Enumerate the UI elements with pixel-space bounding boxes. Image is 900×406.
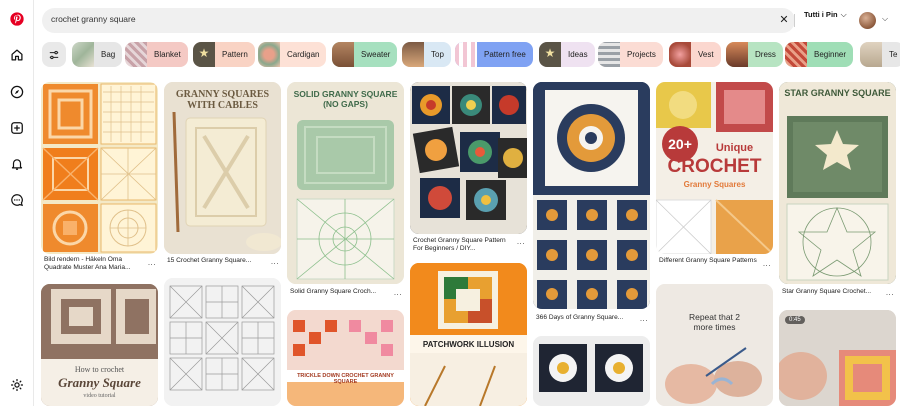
close-icon[interactable]: ✕ (778, 14, 790, 26)
pin-caption[interactable]: Different Granny Square Patterns (659, 257, 759, 265)
pin-overlay-tagline: Granny Squares (683, 180, 746, 189)
more-options-icon[interactable]: ... (640, 314, 648, 323)
more-options-icon[interactable]: ... (763, 259, 771, 268)
scope-label: Tutti i Pin (804, 10, 838, 19)
pin-image[interactable]: PATCHWORK ILLUSION (410, 263, 527, 406)
filter-settings-chip[interactable] (42, 42, 66, 67)
pin-card[interactable] (533, 336, 650, 406)
pin-caption[interactable]: 15 Crochet Granny Square... (167, 257, 267, 265)
sliders-icon (49, 50, 59, 59)
pin-image[interactable] (41, 82, 158, 254)
pin-card[interactable]: Bild rendern - Häkeln Oma Quadrate Muste… (41, 82, 158, 273)
pin-image[interactable] (164, 278, 281, 406)
compass-icon[interactable] (6, 81, 28, 103)
pin-card[interactable]: SOLID GRANNY SQUARE (NO GAPS) Solid Gran… (287, 82, 404, 302)
chip-blanket[interactable]: Blanket (125, 42, 188, 67)
pin-card[interactable]: TRICKLE DOWN CROCHET GRANNY SQUARE (287, 310, 404, 406)
pin-card[interactable]: 0:45 (779, 310, 896, 406)
pin-image[interactable]: 0:45 (779, 310, 896, 406)
account-chevron-down-icon[interactable]: ⌵ (882, 14, 888, 24)
pin-card[interactable]: Crochet Granny Square Pattern For Beginn… (410, 82, 527, 258)
chip-cardigan[interactable]: Cardigan (258, 42, 327, 67)
pin-card[interactable]: GRANNY SQUARES WITH CABLES 15 Crochet Gr… (164, 82, 281, 266)
pin-overlay-title: GRANNY SQUARES WITH CABLES (175, 89, 270, 111)
chip-sweater[interactable]: Sweater (332, 42, 398, 67)
pin-caption[interactable]: Star Granny Square Crochet... (782, 288, 882, 296)
more-options-icon[interactable]: ... (148, 258, 156, 267)
home-icon[interactable] (6, 44, 28, 66)
pin-overlay-title: CROCHET (667, 156, 762, 177)
avatar[interactable] (859, 12, 876, 29)
chip-projects[interactable]: Projects (598, 42, 663, 67)
more-options-icon[interactable]: ... (271, 257, 279, 266)
pin-overlay-title: PATCHWORK ILLUSION (422, 340, 515, 349)
more-options-icon[interactable]: ... (394, 288, 402, 297)
pin-caption[interactable]: Crochet Granny Square Pattern For Beginn… (413, 237, 513, 253)
pin-caption[interactable]: 366 Days of Granny Square... (536, 314, 636, 322)
search-input[interactable]: crochet granny square (51, 14, 136, 24)
pin-overlay-title: STAR GRANNY SQUARE (784, 88, 891, 98)
pin-overlay-title: SOLID GRANNY SQUARE (NO GAPS) (293, 89, 398, 109)
chip-beginner[interactable]: Beginner (785, 42, 854, 67)
bell-icon[interactable] (6, 153, 28, 175)
chip-te[interactable]: Te (860, 42, 900, 67)
settings-icon[interactable] (6, 374, 28, 396)
chip-pattern[interactable]: ★ Pattern (193, 42, 255, 67)
pin-card[interactable] (164, 278, 281, 406)
pin-card[interactable]: 366 Days of Granny Square... ... (533, 82, 650, 327)
pin-card[interactable]: STAR GRANNY SQUARE Star Granny Square Cr… (779, 82, 896, 302)
pinterest-logo[interactable] (6, 8, 28, 30)
chip-pattern-free[interactable]: Pattern free (455, 42, 533, 67)
chevron-down-icon: ⌵ (840, 10, 847, 19)
filter-chips: Bag Blanket ★ Pattern Cardigan Sweater To… (42, 42, 900, 68)
pin-image[interactable]: Repeat that 2 more times (656, 284, 773, 406)
pin-overlay-subtitle: Granny Square (58, 375, 141, 390)
pin-image[interactable]: TRICKLE DOWN CROCHET GRANNY SQUARE (287, 310, 404, 406)
more-options-icon[interactable]: ... (517, 237, 525, 246)
create-icon[interactable] (6, 117, 28, 139)
pin-card[interactable]: 20+ Unique CROCHET Granny Squares Differ… (656, 82, 773, 278)
pin-overlay-title: Repeat that 2 more times (688, 312, 741, 332)
messages-icon[interactable] (6, 189, 28, 211)
pin-image[interactable]: SOLID GRANNY SQUARE (NO GAPS) (287, 82, 404, 284)
search-divider (794, 14, 795, 27)
pin-caption[interactable]: Solid Granny Square Croch... (290, 288, 390, 296)
chip-dress[interactable]: Dress (726, 42, 783, 67)
chip-top[interactable]: Top (402, 42, 451, 67)
scope-dropdown[interactable]: Tutti i Pin ⌵ (804, 10, 847, 20)
pin-image[interactable] (533, 336, 650, 406)
chip-vest[interactable]: Vest (669, 42, 721, 67)
more-options-icon[interactable]: ... (886, 288, 894, 297)
pin-image[interactable] (410, 82, 527, 234)
pin-image[interactable]: How to crochet Granny Square video tutor… (41, 284, 158, 406)
pin-overlay-tagline: video tutorial (83, 393, 116, 399)
search-bar[interactable]: crochet granny square ✕ (42, 8, 795, 33)
chip-ideas[interactable]: ★ Ideas (539, 42, 595, 67)
video-duration-badge: 0:45 (785, 316, 805, 324)
left-navigation-rail (0, 0, 34, 406)
chip-bag[interactable]: Bag (72, 42, 123, 67)
pin-card[interactable]: PATCHWORK ILLUSION (410, 263, 527, 406)
pin-image[interactable] (533, 82, 650, 309)
pin-image[interactable]: 20+ Unique CROCHET Granny Squares (656, 82, 773, 254)
pin-overlay-subtitle: Unique (715, 142, 754, 154)
pin-card[interactable]: How to crochet Granny Square video tutor… (41, 284, 158, 406)
pin-image[interactable]: GRANNY SQUARES WITH CABLES (164, 82, 281, 254)
pin-card[interactable]: Repeat that 2 more times (656, 284, 773, 406)
pin-image[interactable]: STAR GRANNY SQUARE (779, 82, 896, 284)
pin-caption[interactable]: Bild rendern - Häkeln Oma Quadrate Muste… (44, 256, 144, 272)
pin-overlay-title: How to crochet (74, 365, 125, 374)
pin-overlay-title: TRICKLE DOWN CROCHET GRANNY SQUARE (297, 373, 394, 385)
